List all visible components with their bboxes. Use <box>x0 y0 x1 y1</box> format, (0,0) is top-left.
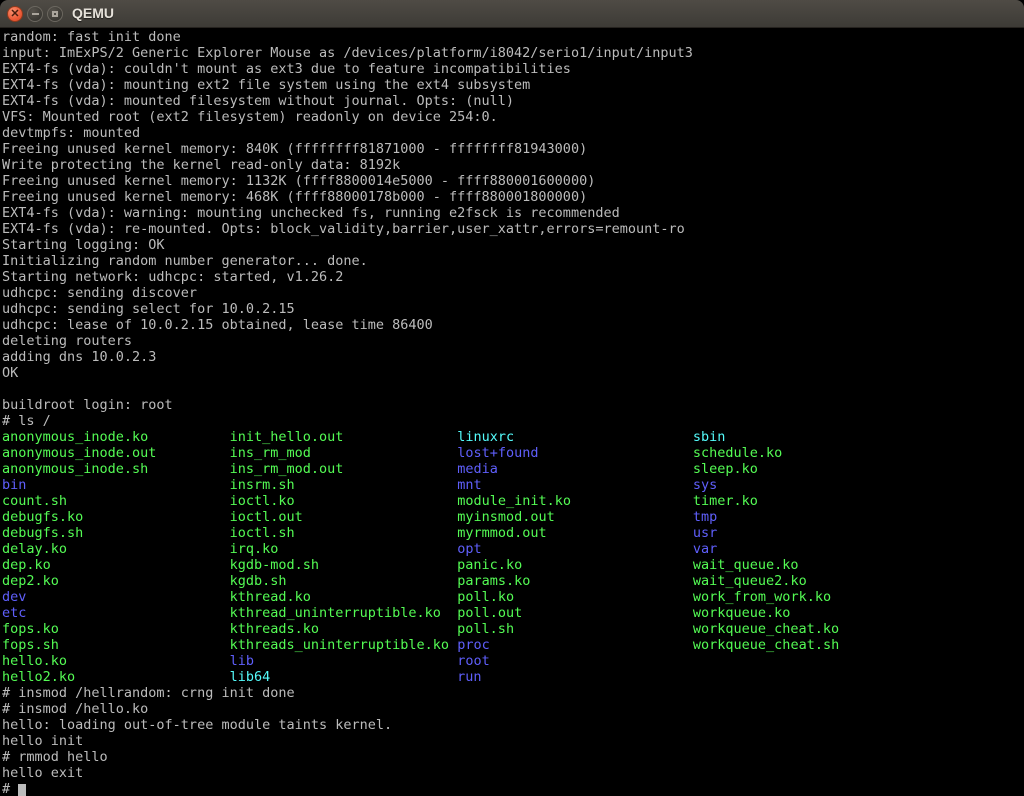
terminal-line: dep2.ko kgdb.sh params.ko wait_queue2.ko <box>2 573 1024 589</box>
terminal-line: anonymous_inode.ko init_hello.out linuxr… <box>2 429 1024 445</box>
terminal-line: # insmod /hellrandom: crng init done <box>2 685 1024 701</box>
terminal-line: EXT4-fs (vda): couldn't mount as ext3 du… <box>2 61 1024 77</box>
maximize-button[interactable] <box>47 6 63 22</box>
terminal-line: Freeing unused kernel memory: 468K (ffff… <box>2 189 1024 205</box>
terminal-line: etc kthread_uninterruptible.ko poll.out … <box>2 605 1024 621</box>
minimize-button[interactable] <box>27 6 43 22</box>
window-title: QEMU <box>72 0 114 28</box>
terminal-line: bin insrm.sh mnt sys <box>2 477 1024 493</box>
terminal-line <box>2 381 1024 397</box>
terminal-line: # <box>2 781 1024 796</box>
terminal-line: deleting routers <box>2 333 1024 349</box>
terminal-line: dev kthread.ko poll.ko work_from_work.ko <box>2 589 1024 605</box>
terminal-line: OK <box>2 365 1024 381</box>
terminal-line: debugfs.sh ioctl.sh myrmmod.out usr <box>2 525 1024 541</box>
terminal-line: EXT4-fs (vda): mounted filesystem withou… <box>2 93 1024 109</box>
terminal-line: debugfs.ko ioctl.out myinsmod.out tmp <box>2 509 1024 525</box>
terminal-line: # insmod /hello.ko <box>2 701 1024 717</box>
qemu-window: ✕ QEMU random: fast init doneinput: ImEx… <box>0 0 1024 796</box>
terminal-line: udhcpc: sending discover <box>2 285 1024 301</box>
terminal-line: Freeing unused kernel memory: 1132K (fff… <box>2 173 1024 189</box>
terminal-line: udhcpc: lease of 10.0.2.15 obtained, lea… <box>2 317 1024 333</box>
terminal-line: Initializing random number generator... … <box>2 253 1024 269</box>
terminal-line: fops.ko kthreads.ko poll.sh workqueue_ch… <box>2 621 1024 637</box>
close-icon: ✕ <box>10 9 19 20</box>
terminal-line: delay.ko irq.ko opt var <box>2 541 1024 557</box>
terminal-line: anonymous_inode.sh ins_rm_mod.out media … <box>2 461 1024 477</box>
maximize-icon <box>52 11 58 17</box>
terminal-line: VFS: Mounted root (ext2 filesystem) read… <box>2 109 1024 125</box>
terminal-line: Write protecting the kernel read-only da… <box>2 157 1024 173</box>
terminal-line: udhcpc: sending select for 10.0.2.15 <box>2 301 1024 317</box>
terminal-line: anonymous_inode.out ins_rm_mod lost+foun… <box>2 445 1024 461</box>
terminal-line: random: fast init done <box>2 29 1024 45</box>
terminal-line: hello2.ko lib64 run <box>2 669 1024 685</box>
terminal-line: EXT4-fs (vda): re-mounted. Opts: block_v… <box>2 221 1024 237</box>
terminal-line: input: ImExPS/2 Generic Explorer Mouse a… <box>2 45 1024 61</box>
terminal-line: Starting logging: OK <box>2 237 1024 253</box>
terminal-line: hello exit <box>2 765 1024 781</box>
terminal-line: count.sh ioctl.ko module_init.ko timer.k… <box>2 493 1024 509</box>
terminal-line: Freeing unused kernel memory: 840K (ffff… <box>2 141 1024 157</box>
terminal-line: hello init <box>2 733 1024 749</box>
terminal-lines: random: fast init doneinput: ImExPS/2 Ge… <box>2 29 1024 796</box>
terminal-line: adding dns 10.0.2.3 <box>2 349 1024 365</box>
window-titlebar[interactable]: ✕ QEMU <box>0 0 1024 28</box>
terminal-line: buildroot login: root <box>2 397 1024 413</box>
terminal-line: hello.ko lib root <box>2 653 1024 669</box>
terminal-line: dep.ko kgdb-mod.sh panic.ko wait_queue.k… <box>2 557 1024 573</box>
terminal-screen[interactable]: random: fast init doneinput: ImExPS/2 Ge… <box>0 28 1024 796</box>
text-cursor <box>18 784 26 796</box>
terminal-line: EXT4-fs (vda): mounting ext2 file system… <box>2 77 1024 93</box>
terminal-line: Starting network: udhcpc: started, v1.26… <box>2 269 1024 285</box>
terminal-line: devtmpfs: mounted <box>2 125 1024 141</box>
minimize-icon <box>32 13 39 15</box>
terminal-line: fops.sh kthreads_uninterruptible.ko proc… <box>2 637 1024 653</box>
terminal-line: # ls / <box>2 413 1024 429</box>
terminal-line: # rmmod hello <box>2 749 1024 765</box>
terminal-line: hello: loading out-of-tree module taints… <box>2 717 1024 733</box>
close-button[interactable]: ✕ <box>7 6 23 22</box>
terminal-line: EXT4-fs (vda): warning: mounting uncheck… <box>2 205 1024 221</box>
